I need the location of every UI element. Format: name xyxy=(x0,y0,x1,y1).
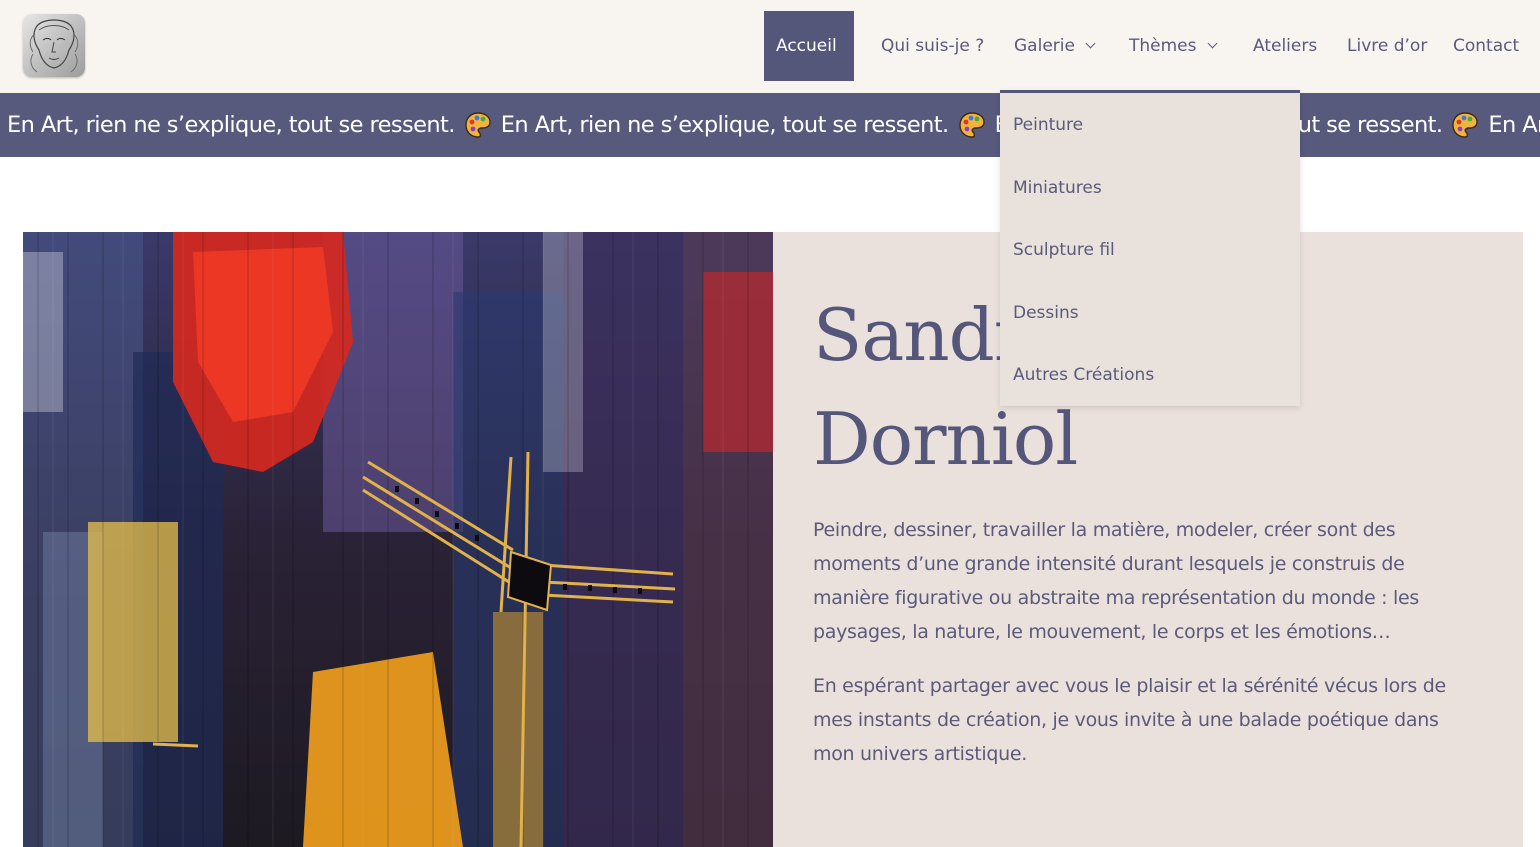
dropdown-item-peinture[interactable]: Peinture xyxy=(1013,115,1083,135)
artist-palette-icon xyxy=(1452,112,1479,138)
nav-contact[interactable]: Contact xyxy=(1453,11,1519,81)
nav-ateliers-label: Ateliers xyxy=(1253,36,1318,56)
nav-contact-label: Contact xyxy=(1453,36,1520,56)
marquee-segment: En Art, rien ne s’explique, tout se ress… xyxy=(1488,112,1540,138)
painting-artwork xyxy=(23,232,773,847)
nav-accueil-label: Accueil xyxy=(776,36,837,56)
marquee-text: En Art, rien ne s’explique, tout se ress… xyxy=(1488,112,1540,138)
artist-palette-icon xyxy=(958,112,985,138)
nav-ateliers[interactable]: Ateliers xyxy=(1253,11,1317,81)
nav-livre-dor[interactable]: Livre d’or xyxy=(1347,11,1427,81)
dropdown-item-dessins[interactable]: Dessins xyxy=(1013,303,1079,323)
marquee-text: En Art, rien ne s’explique, tout se ress… xyxy=(500,112,949,138)
site-logo[interactable] xyxy=(23,14,85,77)
nav-qui-suis-je[interactable]: Qui suis-je ? xyxy=(881,11,984,81)
nav-accueil[interactable]: Accueil xyxy=(764,11,854,81)
nav-themes[interactable]: Thèmes xyxy=(1129,11,1217,81)
marquee-segment: En Art, rien ne s’explique, tout se ress… xyxy=(501,111,986,139)
nav-livre-dor-label: Livre d’or xyxy=(1347,36,1428,56)
nav-galerie-label: Galerie xyxy=(1014,36,1075,56)
dropdown-item-sculpture-fil[interactable]: Sculpture fil xyxy=(1013,240,1115,260)
dropdown-item-miniatures[interactable]: Miniatures xyxy=(1013,178,1102,198)
marquee-segment: En Art, rien ne s’explique, tout se ress… xyxy=(7,111,492,139)
artist-palette-icon xyxy=(465,112,491,138)
dropdown-item-autres-creations[interactable]: Autres Créations xyxy=(1013,365,1154,385)
chevron-down-icon xyxy=(1085,38,1096,49)
intro-paragraph-2: En espérant partager avec vous le plaisi… xyxy=(813,675,1446,765)
chevron-down-icon xyxy=(1207,38,1217,49)
nav-qui-suis-je-label: Qui suis-je ? xyxy=(881,36,985,56)
galerie-dropdown-menu: Peinture Miniatures Sculpture fil Dessin… xyxy=(1000,90,1300,406)
site-header: Accueil Qui suis-je ? Galerie Thèmes Ate… xyxy=(0,0,1540,93)
nav-galerie[interactable]: Galerie xyxy=(1014,11,1096,81)
nav-themes-label: Thèmes xyxy=(1129,36,1197,56)
quote-marquee: En Art, rien ne s’explique, tout se ress… xyxy=(0,93,1540,157)
marquee-track: En Art, rien ne s’explique, tout se ress… xyxy=(7,93,1540,157)
face-sketch-icon xyxy=(29,19,79,73)
intro-paragraph-1: Peindre, dessiner, travailler la matière… xyxy=(813,519,1419,643)
abstract-painting-image xyxy=(23,232,773,847)
marquee-text: En Art, rien ne s’explique, tout se ress… xyxy=(7,112,455,138)
